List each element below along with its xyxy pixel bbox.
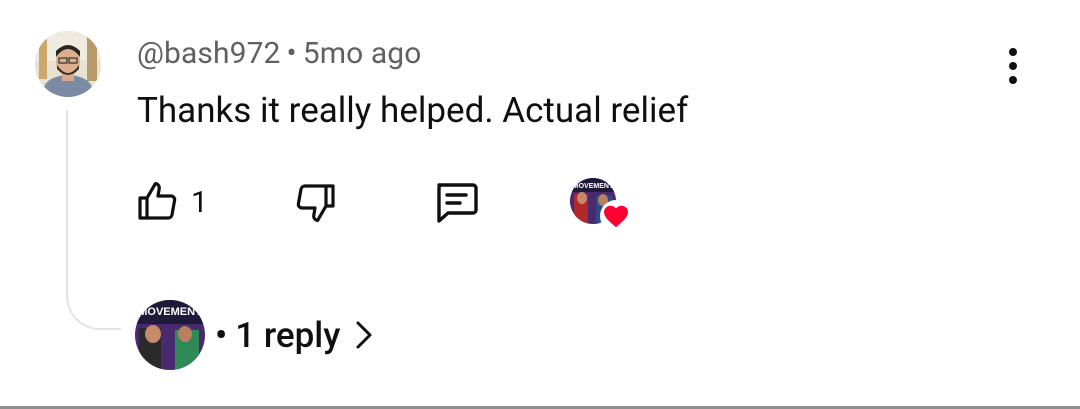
thumb-down-icon [296,184,335,222]
user-avatar[interactable] [35,31,101,97]
creator-avatar: MOVEMENT [135,300,205,370]
more-vertical-icon-dot [1009,62,1017,70]
comment-text: Thanks it really helped. Actual relief [137,90,689,131]
like-count: 1 [191,184,208,220]
meta-separator: • [286,36,297,71]
comment-author[interactable]: @bash972 [137,36,281,71]
more-vertical-icon [1009,48,1017,56]
like-button[interactable]: 1 [133,178,208,226]
replies-count-label: 1 reply [235,314,341,356]
heart-icon [600,200,632,232]
creator-heart: MOVEMENT [570,178,632,232]
more-vertical-icon-dot [1009,76,1017,84]
dislike-button[interactable] [292,178,340,226]
reply-button[interactable] [430,178,482,226]
replies-separator: • [215,314,228,356]
user-avatar-image [35,31,101,97]
more-options-button[interactable] [992,40,1034,92]
comment-time: 5mo ago [302,36,422,71]
view-replies-button[interactable]: MOVEMENT • 1 reply [135,300,374,370]
comment-meta: @bash972 • 5mo ago [137,36,421,71]
chevron-right-icon [354,319,374,351]
thumb-up-icon [138,182,177,220]
creator-logo-text: MOVEMENT [138,306,202,318]
creator-logo-text: MOVEMENT [573,183,614,190]
creator-logo-image: MOVEMENT [135,300,205,370]
thread-connector-line [66,110,121,330]
comment-icon [437,183,478,223]
replies-label: • 1 reply [215,315,340,356]
